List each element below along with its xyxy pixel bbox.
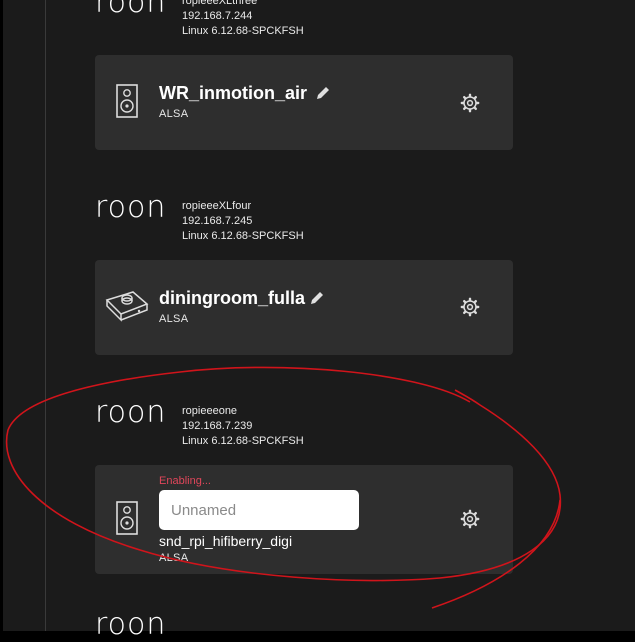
annotation-circle — [5, 366, 562, 609]
